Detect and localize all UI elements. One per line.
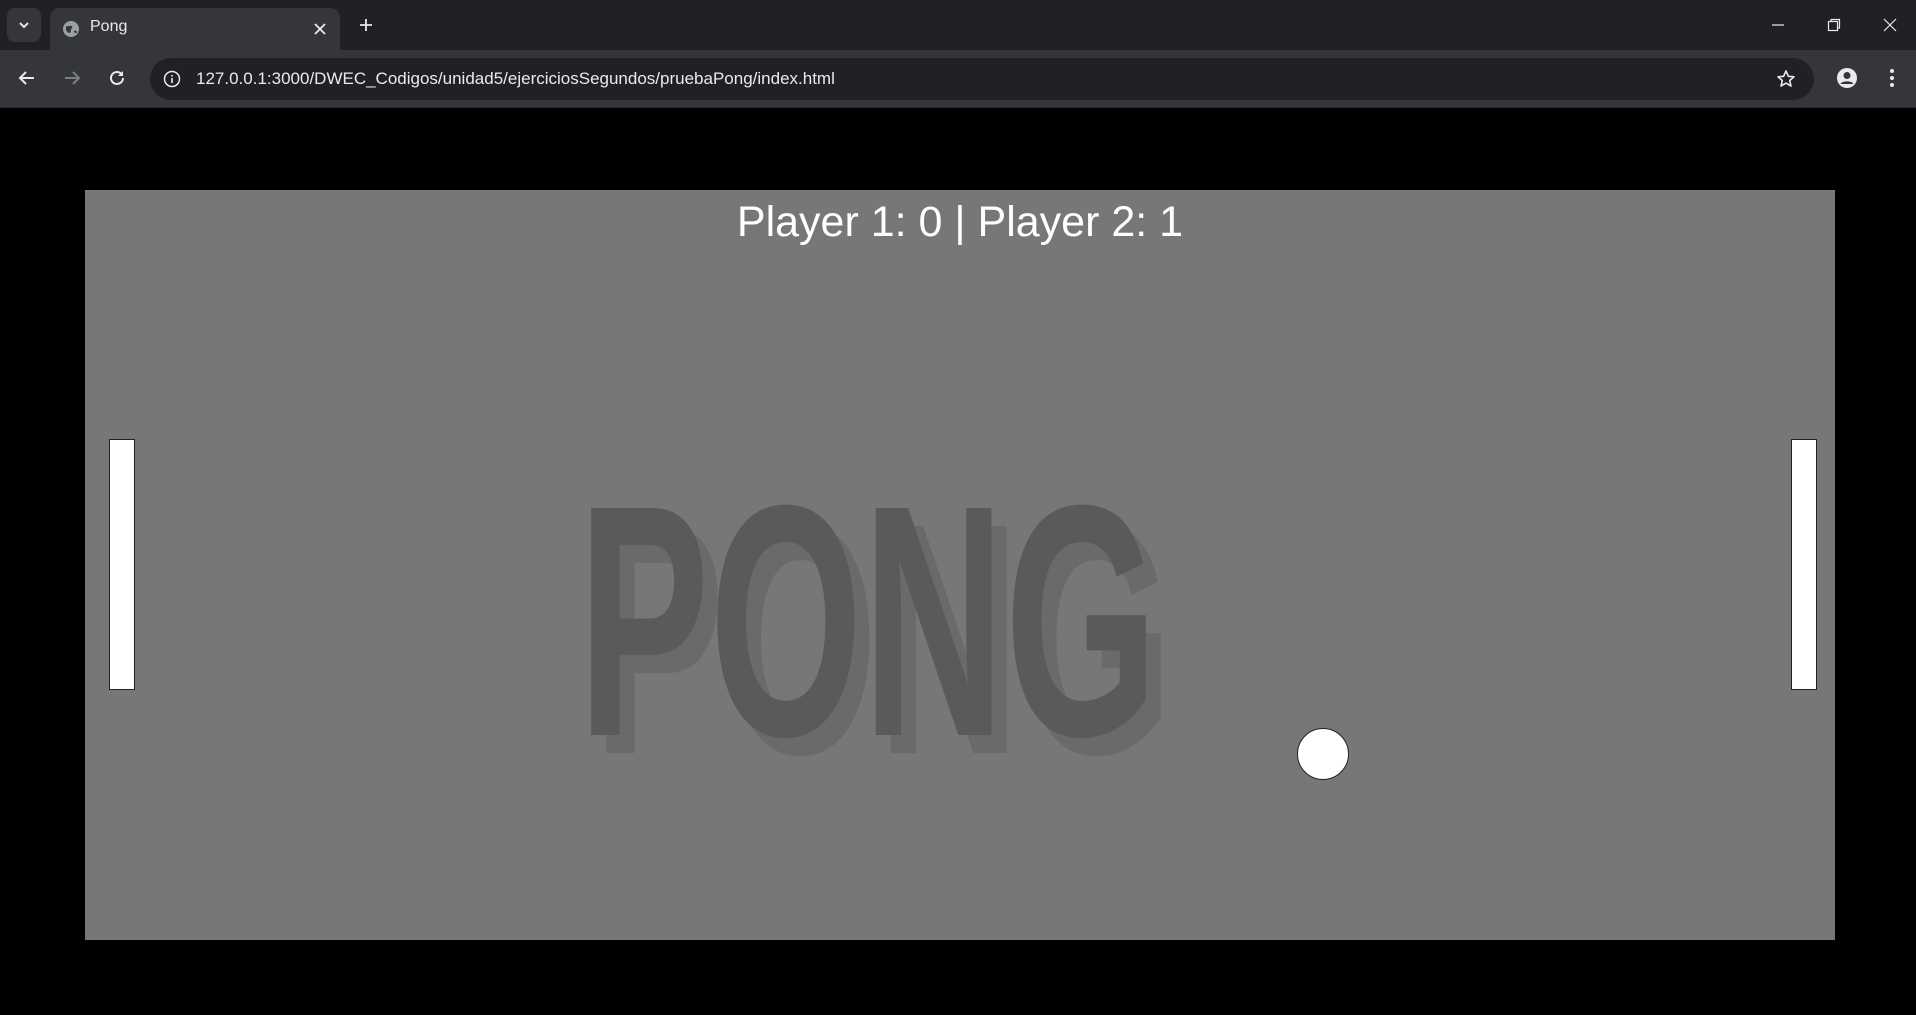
close-icon [1883, 18, 1897, 32]
pong-logo: PONG PONG [578, 450, 1165, 770]
profile-button[interactable] [1829, 60, 1865, 96]
globe-icon [63, 21, 79, 37]
restore-button[interactable] [1806, 0, 1862, 50]
plus-icon [360, 19, 372, 31]
scoreboard: Player 1: 0 | Player 2: 1 [736, 198, 1184, 246]
tab-search-button[interactable] [7, 8, 41, 42]
pong-canvas[interactable]: Player 1: 0 | Player 2: 1 PONG PONG [85, 190, 1835, 940]
tab-title: Pong [90, 18, 128, 35]
pong-logo-text: PONG [578, 450, 1158, 770]
restore-icon [1827, 18, 1841, 32]
info-icon [163, 70, 181, 88]
browser-menu-button[interactable] [1874, 60, 1910, 96]
minimize-button[interactable] [1750, 0, 1806, 50]
site-info-button[interactable] [156, 63, 188, 95]
browser-toolbar: 127.0.0.1:3000/DWEC_Codigos/unidad5/ejer… [0, 50, 1916, 108]
page-viewport: Player 1: 0 | Player 2: 1 PONG PONG [0, 109, 1916, 1015]
star-icon [1777, 70, 1795, 87]
chevron-down-icon [19, 22, 29, 29]
reload-button[interactable] [99, 60, 135, 96]
close-tab-button[interactable] [308, 17, 332, 41]
address-bar[interactable]: 127.0.0.1:3000/DWEC_Codigos/unidad5/ejer… [150, 58, 1814, 100]
url-text[interactable]: 127.0.0.1:3000/DWEC_Codigos/unidad5/ejer… [196, 69, 835, 89]
right-paddle [1791, 439, 1817, 690]
browser-tab[interactable]: Pong [50, 8, 340, 50]
close-icon [314, 23, 326, 35]
profile-icon [1837, 68, 1857, 88]
tab-strip: Pong [0, 0, 1916, 50]
forward-button[interactable] [54, 60, 90, 96]
left-paddle [109, 439, 135, 690]
bookmark-button[interactable] [1770, 63, 1802, 95]
back-arrow-icon [18, 71, 34, 85]
kebab-menu-icon [1890, 69, 1894, 87]
minimize-icon [1772, 24, 1784, 26]
ball [1297, 728, 1349, 780]
forward-arrow-icon [65, 71, 81, 85]
reload-icon [110, 70, 124, 85]
back-button[interactable] [9, 60, 45, 96]
new-tab-button[interactable] [351, 10, 381, 40]
close-window-button[interactable] [1862, 0, 1916, 50]
